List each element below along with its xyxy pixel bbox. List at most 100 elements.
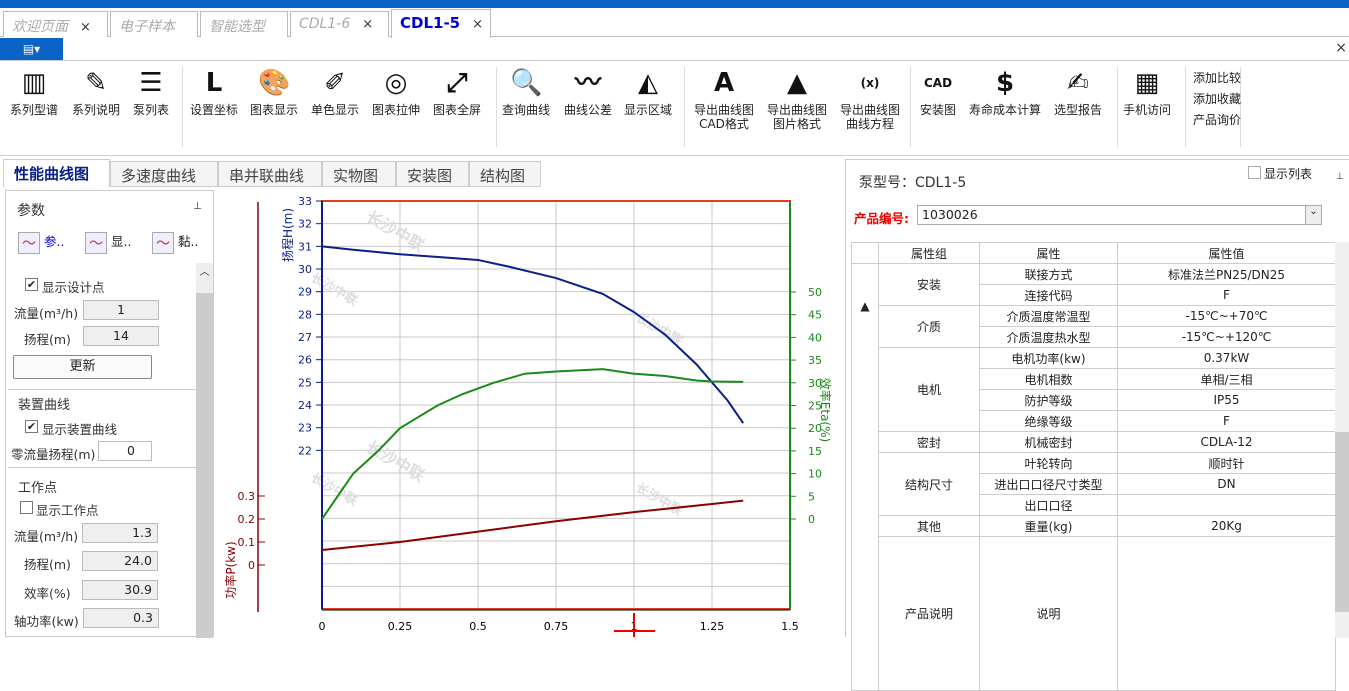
power-tick-label: 0: [248, 559, 255, 572]
palette-button[interactable]: 🎨 图表显示: [245, 67, 303, 117]
work-eff-value: 30.9: [82, 580, 158, 600]
chart-tab[interactable]: 实物图: [322, 161, 396, 187]
chart-tab[interactable]: 结构图: [469, 161, 541, 187]
ribbon-label: 导出曲线图: [693, 103, 754, 117]
table-row[interactable]: 其他 重量(kg) 20Kg: [852, 515, 1336, 537]
phone-button[interactable]: ▦ 手机访问: [1118, 67, 1176, 117]
app-menu-button[interactable]: ▤▾: [0, 38, 63, 60]
mono-palette-button[interactable]: ✐ 单色显示: [306, 67, 364, 117]
money-bag-button[interactable]: $ 寿命成本计算: [965, 67, 1045, 117]
ribbon-label: 查询曲线: [501, 103, 550, 117]
eff-tick-label: 5: [808, 490, 815, 503]
panel-tool-button[interactable]: 〜参..: [18, 231, 78, 257]
stretch-button[interactable]: ◎ 图表拉伸: [367, 67, 425, 117]
x-tick-label: 0.25: [388, 620, 413, 633]
eff-tick-label: 0: [808, 513, 815, 526]
curve-tool-icon: 〜: [85, 231, 107, 254]
tab-2[interactable]: 智能选型: [200, 11, 288, 37]
property-cell: 叶轮转向: [979, 452, 1118, 474]
property-cell: 防护等级: [979, 389, 1118, 411]
performance-chart[interactable]: 00.250.50.7511.251.5长沙中联长沙中联长沙中联长沙中联长沙中联…: [215, 190, 845, 637]
show-design-point-label: 显示设计点: [42, 280, 105, 295]
ribbon-label-2: 曲线方程: [845, 117, 894, 131]
panel-tool-button[interactable]: 〜显..: [85, 231, 145, 257]
chart-tab[interactable]: 安装图: [396, 161, 469, 187]
head-tick-label: 28: [298, 308, 312, 321]
property-cell: 机械密封: [979, 431, 1118, 453]
tab-1[interactable]: 电子样本: [110, 11, 198, 37]
zero-flow-head-label: 零流量扬程(m): [11, 447, 96, 462]
area-icon: ◭: [638, 68, 658, 98]
curve-tolerance-button[interactable]: 〰曲线公差: [559, 67, 617, 117]
ribbon-divider: [684, 67, 685, 147]
ribbon-small-button[interactable]: 添加比较: [1193, 69, 1241, 86]
chart-tab[interactable]: 多速度曲线: [110, 161, 218, 187]
head-tick-label: 26: [298, 354, 312, 367]
area-button[interactable]: ◭ 显示区域: [619, 67, 677, 117]
axis-button[interactable]: L 设置坐标: [185, 67, 243, 117]
table-row[interactable]: 结构尺寸 叶轮转向 顺时针: [852, 452, 1336, 516]
ribbon-small-button[interactable]: 添加收藏: [1193, 90, 1241, 107]
table-scrollbar[interactable]: [1335, 242, 1349, 638]
work-eff-label: 效率(%): [24, 586, 71, 601]
eff-tick-label: 35: [808, 354, 822, 367]
search-curve-button[interactable]: 🔍 查询曲线: [497, 67, 555, 117]
table-row[interactable]: 电机 电机功率(kw) 0.37kW: [851, 347, 1336, 691]
close-tab-icon[interactable]: ×: [80, 20, 91, 35]
chart-tab[interactable]: 串并联曲线: [218, 161, 322, 187]
tab-label: 智能选型: [209, 19, 265, 35]
palette-icon: 🎨: [258, 68, 291, 98]
close-tab-icon[interactable]: ×: [472, 17, 483, 32]
table-row[interactable]: 介质 介质温度常温型 -15℃~+70℃: [852, 305, 1336, 348]
pin-icon[interactable]: ⊥: [1336, 172, 1344, 182]
group-cell: 产品说明: [878, 536, 980, 691]
spectrum-button[interactable]: ▥ 系列型谱: [5, 67, 63, 117]
zero-flow-head-spinner[interactable]: 0: [98, 441, 152, 461]
cad-file-button[interactable]: CAD 安装图: [913, 67, 963, 117]
ribbon-label: 图表拉伸: [371, 103, 420, 117]
product-code-label: 产品编号:: [854, 211, 909, 226]
ribbon-divider: [1117, 67, 1118, 147]
head-tick-label: 29: [298, 286, 312, 299]
eff-tick-label: 45: [808, 309, 822, 322]
show-work-point-checkbox[interactable]: [20, 501, 33, 514]
value-cell: 0.37kW: [1117, 347, 1336, 369]
group-cell: 其他: [878, 515, 980, 537]
fullscreen-button[interactable]: ⤢ 图表全屏: [428, 67, 486, 117]
scrollbar[interactable]: ︿: [196, 263, 213, 638]
show-design-point-checkbox[interactable]: ✔: [25, 278, 38, 291]
table-row[interactable]: ▲ 安装 联接方式 标准法兰PN25/DN25: [851, 263, 1336, 348]
eff-tick-label: 15: [808, 445, 822, 458]
tab-0[interactable]: 欢迎页面 ×: [3, 11, 108, 37]
table-row[interactable]: 产品说明 说明: [852, 536, 1336, 691]
tab-4[interactable]: CDL1-5 ×: [391, 9, 491, 38]
stretch-icon: ◎: [384, 68, 408, 98]
product-code-select[interactable]: 1030026 ⌄: [917, 205, 1322, 225]
close-tab-icon[interactable]: ×: [362, 17, 373, 32]
ribbon-label-2: 图片格式: [772, 117, 821, 131]
chart-tab[interactable]: 性能曲线图: [3, 159, 110, 187]
expand-arrow-icon[interactable]: ▲: [851, 263, 879, 348]
ribbon-small-button[interactable]: 产品询价: [1193, 111, 1241, 128]
equation-button[interactable]: (x) 导出曲线图 曲线方程: [835, 67, 905, 131]
ribbon-label: 单色显示: [310, 103, 359, 117]
export-image-button[interactable]: ▲ 导出曲线图 图片格式: [762, 67, 832, 131]
design-flow-input[interactable]: 1: [83, 300, 159, 320]
update-button[interactable]: 更新: [13, 355, 152, 379]
table-row[interactable]: 密封 机械密封 CDLA-12: [852, 431, 1336, 453]
list-button[interactable]: ☰ 泵列表: [126, 67, 176, 117]
export-cad-button[interactable]: A 导出曲线图 CAD格式: [689, 67, 759, 131]
show-list-checkbox[interactable]: [1248, 166, 1261, 179]
phone-icon: ▦: [1134, 68, 1160, 98]
design-head-label: 扬程(m): [24, 332, 71, 347]
design-head-input[interactable]: 14: [83, 326, 159, 346]
report-button[interactable]: ✍ 选型报告: [1049, 67, 1107, 117]
tab-3[interactable]: CDL1-6 ×: [290, 11, 389, 37]
x-tick-label: 1.5: [781, 620, 799, 633]
ribbon-close-button[interactable]: ×: [1335, 40, 1347, 56]
panel-tool-button[interactable]: 〜黏..: [152, 231, 212, 257]
value-cell: -15℃~+70℃: [1117, 305, 1336, 327]
show-device-curve-checkbox[interactable]: ✔: [25, 420, 38, 433]
pin-icon[interactable]: ⊥: [193, 201, 202, 212]
edit-circle-button[interactable]: ✎ 系列说明: [67, 67, 125, 117]
